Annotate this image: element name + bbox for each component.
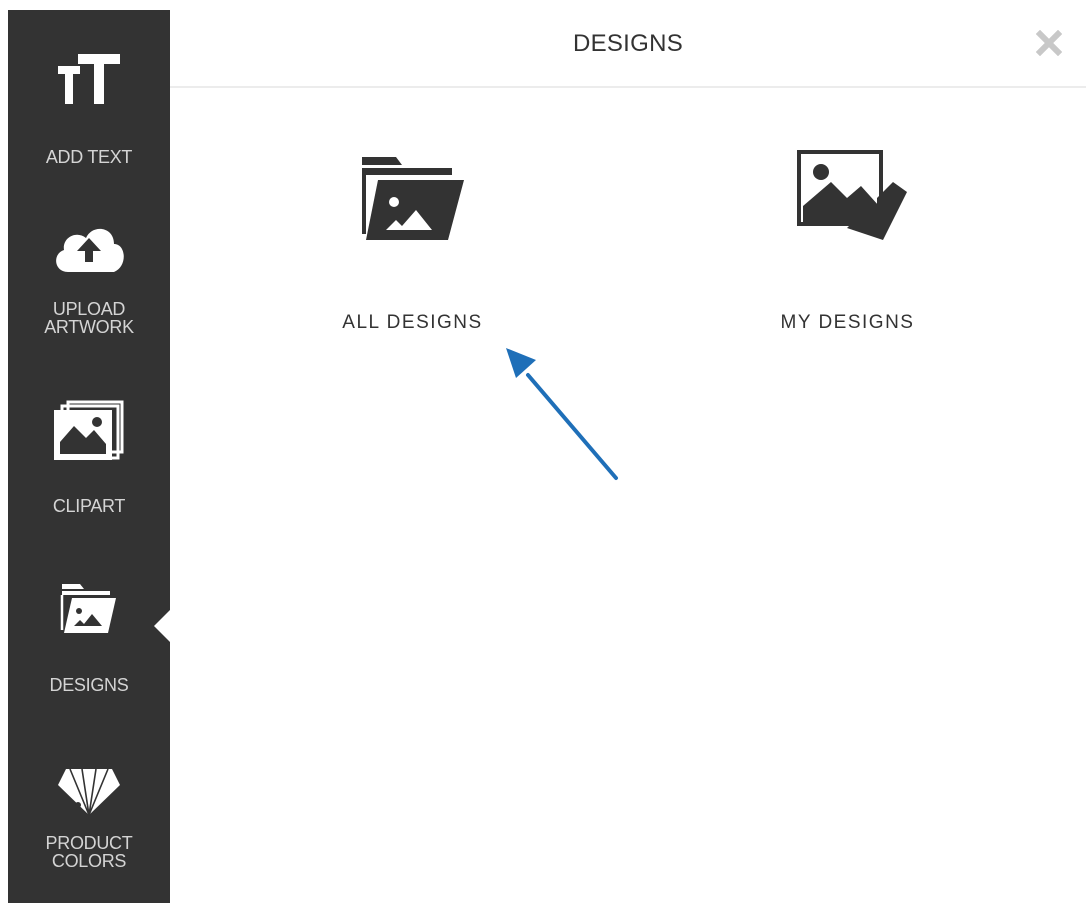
arrow-pointer-icon	[0, 0, 1086, 908]
